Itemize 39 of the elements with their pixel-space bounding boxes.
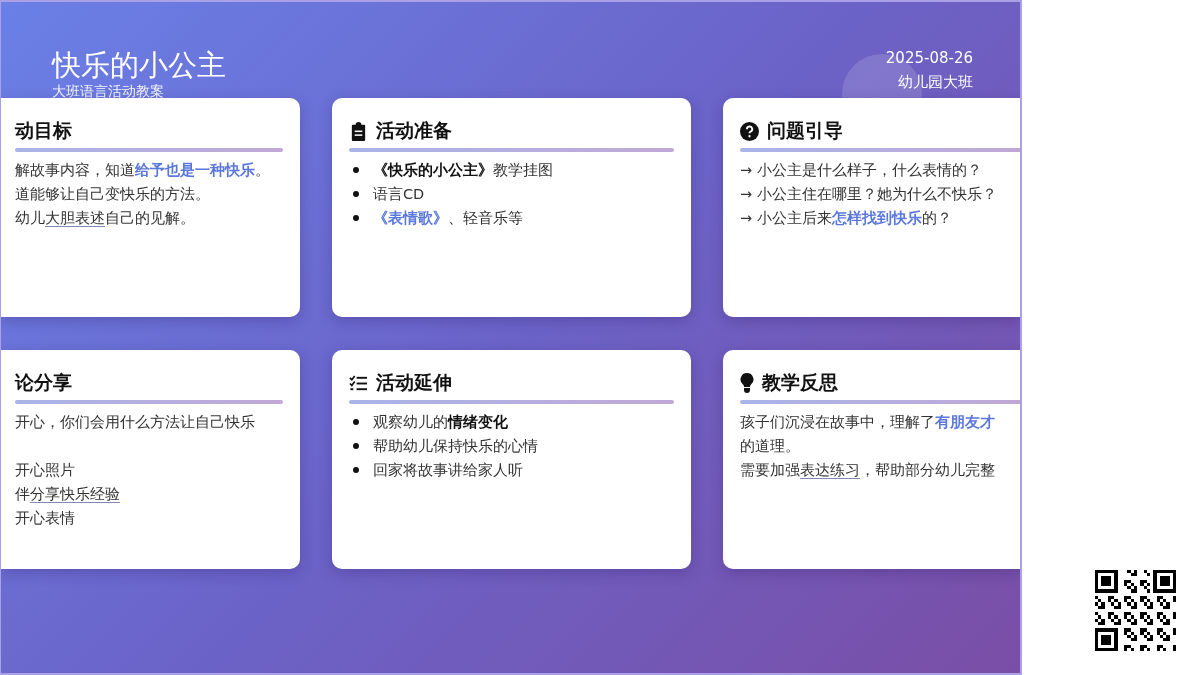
card-text: 解故事内容，知道给予也是一种快乐。 <box>15 161 270 180</box>
card-text: 《快乐的小公主》教学挂图 <box>373 161 553 180</box>
card-text: 孩子们沉浸在故事中，理解了有朋友才 <box>740 413 995 432</box>
card-title: 问题引导 <box>767 118 843 143</box>
slide-subtitle: 大班语言活动教案 <box>52 82 165 100</box>
card-title: 动目标 <box>15 118 72 143</box>
bullet-icon <box>353 419 359 425</box>
card-title: 活动延伸 <box>376 370 452 395</box>
card-text: 需要加强表达练习，帮助部分幼儿完整 <box>740 461 995 481</box>
bullet-icon <box>353 215 359 221</box>
card-text: 伴分享快乐经验 <box>15 485 120 505</box>
bullet-icon <box>353 467 359 473</box>
card-title: 活动准备 <box>376 118 452 143</box>
card-text: 道能够让自己变快乐的方法。 <box>15 185 210 204</box>
card-text: 回家将故事讲给家人听 <box>373 461 523 480</box>
card-text: 开心，你们会用什么方法让自己快乐 <box>15 413 255 432</box>
question-icon <box>740 121 759 141</box>
card-text: → 小公主后来怎样找到快乐的？ <box>740 209 952 228</box>
date-text: 2025-08-26 <box>885 48 973 69</box>
card-text: → 小公主住在哪里？她为什么不快乐？ <box>740 185 997 204</box>
checklist-icon <box>349 373 368 393</box>
card-text: → 小公主是什么样子，什么表情的？ <box>740 161 982 180</box>
bullet-icon <box>353 167 359 173</box>
card-title: 教学反思 <box>762 370 838 395</box>
bullet-icon <box>353 443 359 449</box>
card-text: 语言CD <box>373 185 425 204</box>
card-text: 《表情歌》、轻音乐等 <box>373 209 523 228</box>
card-text: 开心照片 <box>15 461 75 480</box>
slide-title: 快乐的小公主 <box>52 48 226 82</box>
card-text: 观察幼儿的情绪变化 <box>373 413 508 432</box>
bullet-icon <box>353 191 359 197</box>
card-text: 幼儿大胆表述 自己的见解。 <box>15 209 195 229</box>
card-title: 论分享 <box>15 370 72 395</box>
card-text: 帮助幼儿保持快乐的心情 <box>373 437 538 456</box>
card-text: 开心表情 <box>15 509 75 528</box>
class-text: 幼儿园大班 <box>897 72 973 93</box>
lightbulb-icon <box>740 373 754 393</box>
card-text: 的道理。 <box>740 437 800 456</box>
clipboard-icon <box>349 121 368 141</box>
